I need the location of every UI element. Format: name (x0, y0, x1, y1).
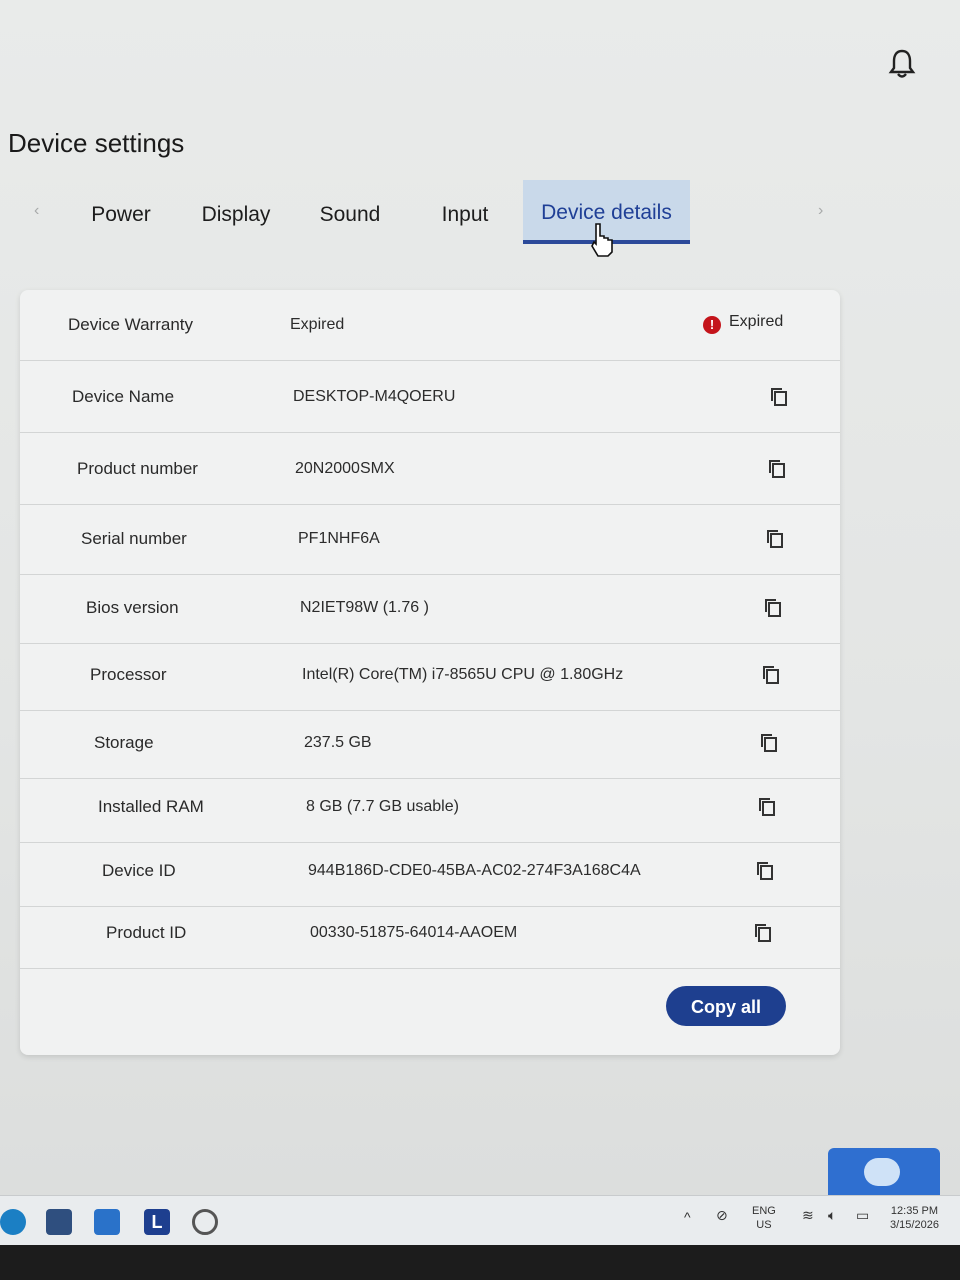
device-name-value: DESKTOP-M4QOERU (293, 388, 456, 405)
language-indicator[interactable]: ENG US (752, 1204, 776, 1232)
copy-installed-ram-icon[interactable] (757, 796, 777, 818)
storage-value: 237.5 GB (304, 734, 372, 751)
device-name-label: Device Name (72, 387, 175, 406)
storage-label: Storage (94, 733, 154, 752)
sync-off-icon[interactable]: ⊘ (716, 1208, 728, 1222)
device-id-value: 944B186D-CDE0-45BA-AC02-274F3A168C4A (308, 862, 641, 879)
bios-version-value: N2IET98W (1.76 ) (300, 599, 429, 616)
serial-number-label: Serial number (81, 529, 187, 548)
warranty-row: Device Warranty Expired ! Expired (20, 290, 840, 361)
copy-product-id-icon[interactable] (753, 922, 773, 944)
serial-number-row: Serial number PF1NHF6A (20, 504, 840, 575)
tab-power[interactable]: Power (80, 180, 162, 240)
battery-icon[interactable]: ▭ (856, 1208, 869, 1222)
copy-bios-version-icon[interactable] (763, 597, 783, 619)
notification-bell-icon[interactable] (888, 48, 916, 80)
device-id-row: Device ID 944B186D-CDE0-45BA-AC02-274F3A… (20, 836, 840, 907)
installed-ram-value: 8 GB (7.7 GB usable) (306, 798, 459, 815)
store-icon[interactable] (46, 1209, 72, 1235)
tab-display[interactable]: Display (192, 180, 280, 240)
vantage-app-icon[interactable]: L (144, 1209, 170, 1235)
copy-processor-icon[interactable] (761, 664, 781, 686)
outlook-icon[interactable] (94, 1209, 120, 1235)
clock-time: 12:35 PM (890, 1205, 939, 1217)
assistant-bot-icon (864, 1158, 900, 1186)
device-settings-window: Device settings ‹ Power Display Sound In… (0, 0, 960, 1196)
bios-version-row: Bios version N2IET98W (1.76 ) (20, 573, 840, 644)
warranty-value: Expired (290, 316, 345, 333)
clock[interactable]: 12:35 PM 3/15/2026 (890, 1204, 939, 1232)
tab-scroll-right-icon[interactable]: › (818, 202, 823, 220)
device-name-row: Device Name DESKTOP-M4QOERU (20, 362, 840, 433)
warranty-status-badge: ! Expired (703, 310, 783, 334)
edge-icon[interactable] (0, 1209, 26, 1235)
product-number-row: Product number 20N2000SMX (20, 434, 840, 505)
bios-version-label: Bios version (86, 598, 179, 617)
copy-storage-icon[interactable] (759, 732, 779, 754)
device-id-label: Device ID (102, 861, 176, 880)
product-id-label: Product ID (106, 923, 187, 942)
copy-all-button[interactable]: Copy all (666, 986, 786, 1026)
product-id-value: 00330-51875-64014-AAOEM (310, 924, 518, 941)
page-title: Device settings (8, 128, 185, 158)
copy-device-id-icon[interactable] (755, 860, 775, 882)
tab-bar: ‹ Power Display Sound Input Device detai… (0, 180, 960, 250)
product-number-label: Product number (77, 459, 198, 478)
processor-value: Intel(R) Core(TM) i7-8565U CPU @ 1.80GHz (302, 666, 624, 683)
show-hidden-icons-icon[interactable]: ^ (684, 1210, 691, 1224)
assistant-widget[interactable] (828, 1148, 940, 1196)
installed-ram-label: Installed RAM (98, 797, 204, 816)
taskbar: L ^ ⊘ ENG US ≋ 🔈︎ ▭ 12:35 PM 3/15/2026 (0, 1195, 960, 1246)
warranty-label: Device Warranty (68, 315, 194, 334)
language-code: ENG (752, 1205, 776, 1217)
warranty-badge-text: Expired (729, 313, 784, 330)
settings-gear-icon[interactable] (192, 1209, 218, 1235)
tab-input[interactable]: Input (428, 180, 502, 240)
region-code: US (756, 1219, 772, 1231)
copy-device-name-icon[interactable] (769, 386, 789, 408)
installed-ram-row: Installed RAM 8 GB (7.7 GB usable) (20, 772, 840, 843)
serial-number-value: PF1NHF6A (298, 530, 380, 547)
tab-scroll-left-icon[interactable]: ‹ (34, 202, 39, 220)
storage-row: Storage 237.5 GB (20, 708, 840, 779)
product-id-row: Product ID 00330-51875-64014-AAOEM (20, 898, 840, 969)
copy-serial-number-icon[interactable] (765, 528, 785, 550)
processor-row: Processor Intel(R) Core(TM) i7-8565U CPU… (20, 640, 840, 711)
tab-sound[interactable]: Sound (310, 180, 390, 240)
product-number-value: 20N2000SMX (295, 460, 395, 477)
hand-cursor-icon (591, 223, 613, 257)
clock-date: 3/15/2026 (890, 1219, 939, 1231)
device-details-card: Device Warranty Expired ! Expired Device … (20, 290, 840, 1055)
processor-label: Processor (90, 665, 167, 684)
wifi-icon[interactable]: ≋ (802, 1208, 814, 1222)
volume-icon[interactable]: 🔈︎ (828, 1208, 836, 1222)
error-icon: ! (703, 316, 721, 334)
copy-product-number-icon[interactable] (767, 458, 787, 480)
screen-bezel (0, 1245, 960, 1280)
